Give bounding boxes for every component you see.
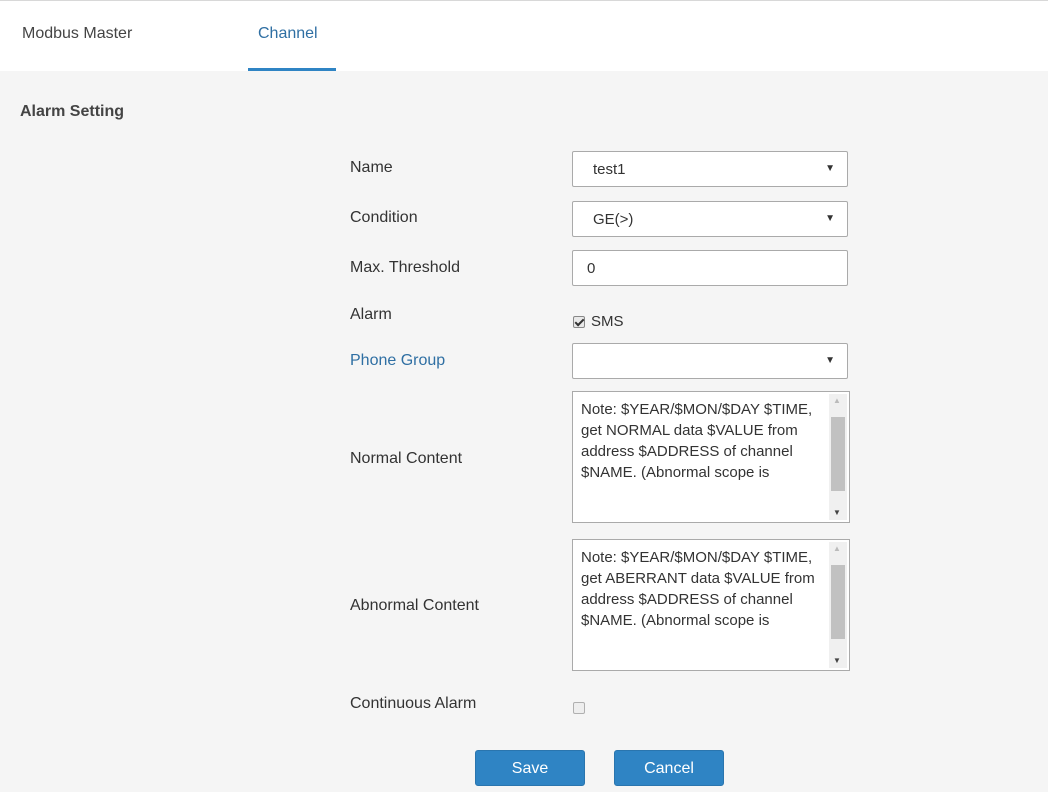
chevron-down-icon: ▼ — [825, 213, 835, 224]
section-title: Alarm Setting — [20, 103, 125, 120]
abnormal-content-label: Abnormal Content — [350, 597, 479, 614]
condition-label: Condition — [350, 209, 418, 226]
phone-group-select[interactable]: ▼ — [572, 343, 848, 379]
name-select-value: test1 — [593, 161, 626, 178]
normal-content-label: Normal Content — [350, 450, 463, 467]
normal-content-text: Note: $YEAR/$MON/$DAY $TIME, get NORMAL … — [581, 401, 813, 481]
normal-content-textarea[interactable]: Note: $YEAR/$MON/$DAY $TIME, get NORMAL … — [572, 391, 850, 523]
alarm-label: Alarm — [350, 306, 392, 323]
chevron-down-icon: ▼ — [825, 163, 835, 174]
continuous-alarm-checkbox[interactable] — [573, 702, 585, 714]
abnormal-content-scrollbar[interactable]: ▲ ▼ — [829, 542, 847, 668]
tab-channel[interactable]: Channel — [258, 25, 318, 43]
scroll-up-icon[interactable]: ▲ — [833, 396, 841, 405]
scrollbar-thumb[interactable] — [831, 417, 845, 491]
tab-modbus-master[interactable]: Modbus Master — [22, 25, 132, 43]
phone-group-link[interactable]: Phone Group — [350, 352, 445, 370]
active-tab-indicator — [248, 68, 336, 71]
cancel-button[interactable]: Cancel — [614, 750, 724, 786]
max-threshold-value: 0 — [587, 260, 596, 277]
sms-checkbox[interactable] — [573, 316, 585, 328]
chevron-down-icon: ▼ — [825, 355, 835, 366]
abnormal-content-text: Note: $YEAR/$MON/$DAY $TIME, get ABERRAN… — [581, 549, 815, 629]
abnormal-content-textarea[interactable]: Note: $YEAR/$MON/$DAY $TIME, get ABERRAN… — [572, 539, 850, 671]
condition-select-value: GE(>) — [593, 211, 634, 228]
scroll-up-icon[interactable]: ▲ — [833, 544, 841, 553]
tab-bar: Modbus Master Channel — [0, 0, 1048, 71]
max-threshold-input[interactable]: 0 — [572, 250, 848, 286]
scrollbar-thumb[interactable] — [831, 565, 845, 639]
max-threshold-label: Max. Threshold — [350, 259, 460, 276]
normal-content-scrollbar[interactable]: ▲ ▼ — [829, 394, 847, 520]
condition-select[interactable]: GE(>) ▼ — [572, 201, 848, 237]
name-label: Name — [350, 159, 393, 176]
scroll-down-icon[interactable]: ▼ — [833, 656, 841, 665]
scroll-down-icon[interactable]: ▼ — [833, 508, 841, 517]
name-select[interactable]: test1 ▼ — [572, 151, 848, 187]
save-button[interactable]: Save — [475, 750, 585, 786]
sms-checkbox-label: SMS — [591, 313, 624, 330]
continuous-alarm-label: Continuous Alarm — [350, 695, 477, 712]
